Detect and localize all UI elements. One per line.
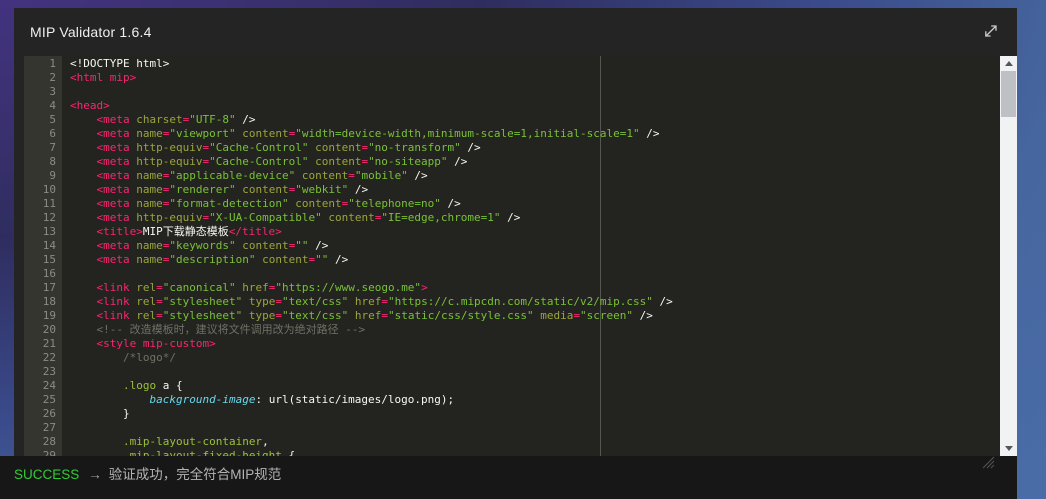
code-lines[interactable]: <!DOCTYPE html><html mip> <head> <meta ch… <box>62 57 1000 456</box>
line-number: 5 <box>24 113 62 127</box>
code-line[interactable]: <html mip> <box>62 71 1000 85</box>
code-line[interactable]: background-image: url(static/images/logo… <box>62 393 1000 407</box>
code-line[interactable]: <meta name="viewport" content="width=dev… <box>62 127 1000 141</box>
line-number: 8 <box>24 155 62 169</box>
resize-grip-icon[interactable] <box>981 456 997 469</box>
titlebar: MIP Validator 1.6.4 <box>14 8 1017 56</box>
line-number: 21 <box>24 337 62 351</box>
line-number: 24 <box>24 379 62 393</box>
code-content[interactable]: <!DOCTYPE html><html mip> <head> <meta ch… <box>62 56 1000 456</box>
code-line[interactable]: <meta http-equiv="Cache-Control" content… <box>62 155 1000 169</box>
code-line[interactable]: <title>MIP下载静态模板</title> <box>62 225 1000 239</box>
code-editor[interactable]: 1234567891011121314151617181920212223242… <box>24 56 1017 456</box>
code-line[interactable]: <meta name="keywords" content="" /> <box>62 239 1000 253</box>
line-number: 11 <box>24 197 62 211</box>
code-line[interactable]: .logo a { <box>62 379 1000 393</box>
line-number: 14 <box>24 239 62 253</box>
line-number: 23 <box>24 365 62 379</box>
status-success-label: SUCCESS <box>14 467 79 482</box>
line-number: 15 <box>24 253 62 267</box>
code-line[interactable]: <!DOCTYPE html> <box>62 57 1000 71</box>
line-number: 17 <box>24 281 62 295</box>
line-number: 2 <box>24 71 62 85</box>
code-line[interactable]: <!-- 改造模板时，建议将文件调用改为绝对路径 --> <box>62 323 1000 337</box>
code-line[interactable] <box>62 365 1000 379</box>
line-number-gutter: 1234567891011121314151617181920212223242… <box>24 56 62 456</box>
line-number: 1 <box>24 57 62 71</box>
status-message: 验证成功，完全符合MIP规范 <box>109 467 282 482</box>
code-line[interactable]: <meta name="format-detection" content="t… <box>62 197 1000 211</box>
scroll-down-button[interactable] <box>1000 441 1017 456</box>
code-line[interactable]: .mip-layout-fixed-height { <box>62 449 1000 456</box>
line-number: 12 <box>24 211 62 225</box>
code-line[interactable]: <meta charset="UTF-8" /> <box>62 113 1000 127</box>
line-number: 3 <box>24 85 62 99</box>
code-line[interactable]: <meta http-equiv="X-UA-Compatible" conte… <box>62 211 1000 225</box>
expand-icon[interactable] <box>981 21 1001 41</box>
line-number: 26 <box>24 407 62 421</box>
code-line[interactable]: <meta name="renderer" content="webkit" /… <box>62 183 1000 197</box>
scroll-up-button[interactable] <box>1000 56 1017 71</box>
triangle-up-icon <box>1005 61 1013 66</box>
line-number: 16 <box>24 267 62 281</box>
line-number: 19 <box>24 309 62 323</box>
code-line[interactable]: /*logo*/ <box>62 351 1000 365</box>
line-number: 9 <box>24 169 62 183</box>
line-number: 20 <box>24 323 62 337</box>
triangle-down-icon <box>1005 446 1013 451</box>
editor-scrollbar[interactable] <box>1000 56 1017 456</box>
code-line[interactable]: <link rel="canonical" href="https://www.… <box>62 281 1000 295</box>
code-line[interactable] <box>62 421 1000 435</box>
line-number: 22 <box>24 351 62 365</box>
code-line[interactable]: <meta name="applicable-device" content="… <box>62 169 1000 183</box>
validator-window: MIP Validator 1.6.4 12345678910111213141… <box>14 8 1017 456</box>
window-title: MIP Validator 1.6.4 <box>30 24 152 40</box>
code-line[interactable]: <meta name="description" content="" /> <box>62 253 1000 267</box>
line-number: 28 <box>24 435 62 449</box>
code-line[interactable]: .mip-layout-container, <box>62 435 1000 449</box>
scrollbar-thumb[interactable] <box>1001 71 1016 117</box>
code-line[interactable]: <style mip-custom> <box>62 337 1000 351</box>
code-line[interactable]: <meta http-equiv="Cache-Control" content… <box>62 141 1000 155</box>
code-line[interactable] <box>62 267 1000 281</box>
code-line[interactable]: <head> <box>62 99 1000 113</box>
line-number: 27 <box>24 421 62 435</box>
code-line[interactable] <box>62 85 1000 99</box>
code-line[interactable]: <link rel="stylesheet" type="text/css" h… <box>62 309 1000 323</box>
line-number: 25 <box>24 393 62 407</box>
line-number: 4 <box>24 99 62 113</box>
status-arrow: → <box>88 467 102 482</box>
status-bar: SUCCESS → 验证成功，完全符合MIP规范 <box>0 456 1017 499</box>
line-number: 29 <box>24 449 62 456</box>
line-number: 6 <box>24 127 62 141</box>
line-number: 18 <box>24 295 62 309</box>
line-number: 10 <box>24 183 62 197</box>
line-number: 13 <box>24 225 62 239</box>
line-number: 7 <box>24 141 62 155</box>
code-line[interactable]: <link rel="stylesheet" type="text/css" h… <box>62 295 1000 309</box>
code-line[interactable]: } <box>62 407 1000 421</box>
